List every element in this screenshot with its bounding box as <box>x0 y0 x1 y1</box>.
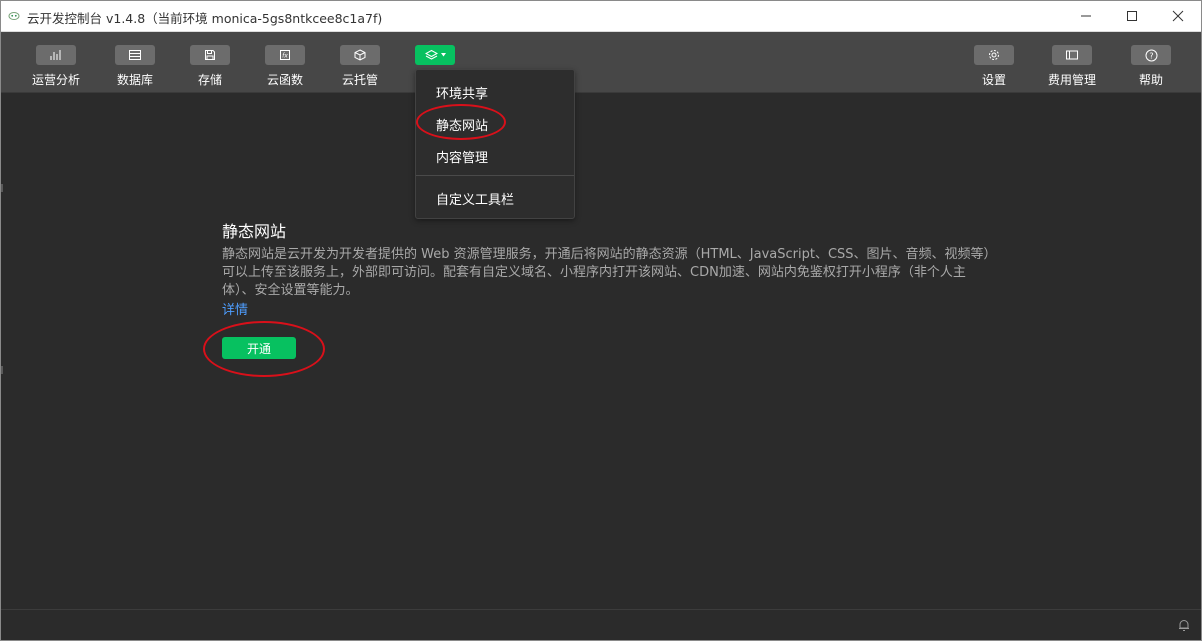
database-icon <box>129 50 141 60</box>
toolbar-item-cloud-hosting[interactable]: 云托管 <box>320 32 400 92</box>
more-tools-dropdown: 环境共享 静态网站 内容管理 自定义工具栏 <box>415 69 575 219</box>
save-icon <box>205 50 215 60</box>
maximize-button[interactable] <box>1109 1 1155 31</box>
window-title: 云开发控制台 v1.4.8（当前环境 monica-5gs8ntkcee8c1a… <box>27 11 383 26</box>
minimize-button[interactable] <box>1063 1 1109 31</box>
toolbar-icon-box: ? <box>1131 45 1171 65</box>
activate-button[interactable]: 开通 <box>222 337 296 359</box>
toolbar-label: 帮助 <box>1138 73 1163 87</box>
toolbar-icon-box: fx <box>265 45 305 65</box>
close-button[interactable] <box>1155 1 1201 31</box>
function-icon: fx <box>280 50 290 60</box>
toolbar-item-settings[interactable]: 设置 <box>954 32 1034 92</box>
menu-item-content-management[interactable]: 内容管理 <box>436 147 488 166</box>
toolbar-label: 数据库 <box>116 73 153 87</box>
left-edge-marker <box>1 184 3 192</box>
card-icon <box>1066 50 1078 60</box>
toolbar-label: 云函数 <box>266 73 303 87</box>
title-bar: 云开发控制台 v1.4.8（当前环境 monica-5gs8ntkcee8c1a… <box>1 1 1201 32</box>
gear-icon <box>989 50 999 60</box>
main-toolbar: 运营分析 数据库 存储 fx 云函数 云托管 设置 费用管理 ? 帮助 <box>1 32 1201 93</box>
toolbar-label: 云托管 <box>341 73 378 87</box>
toolbar-label: 运营分析 <box>31 73 80 87</box>
details-link[interactable]: 详情 <box>222 299 248 318</box>
minimize-icon <box>1081 15 1091 17</box>
left-edge-marker <box>1 366 3 374</box>
toolbar-icon-box <box>190 45 230 65</box>
toolbar-item-storage[interactable]: 存储 <box>170 32 250 92</box>
toolbar-label: 费用管理 <box>1047 73 1096 87</box>
help-icon: ? <box>1145 49 1157 61</box>
toolbar-icon-box <box>115 45 155 65</box>
toolbar-item-analytics[interactable]: 运营分析 <box>16 32 96 92</box>
layers-icon <box>424 49 438 60</box>
toolbar-icon-box <box>974 45 1014 65</box>
toolbar-label: 存储 <box>197 73 222 87</box>
app-window: 云开发控制台 v1.4.8（当前环境 monica-5gs8ntkcee8c1a… <box>0 0 1202 641</box>
caret-down-icon <box>440 53 446 57</box>
status-bar <box>1 609 1201 640</box>
menu-item-env-share[interactable]: 环境共享 <box>436 83 488 102</box>
toolbar-item-help[interactable]: ? 帮助 <box>1111 32 1191 92</box>
cube-icon <box>354 49 366 61</box>
menu-divider <box>416 175 574 176</box>
more-tools-button[interactable] <box>415 45 455 65</box>
toolbar-icon-box <box>340 45 380 65</box>
menu-item-static-site[interactable]: 静态网站 <box>436 115 488 134</box>
toolbar-item-billing[interactable]: 费用管理 <box>1032 32 1112 92</box>
toolbar-label: 设置 <box>981 73 1006 87</box>
svg-text:?: ? <box>1149 51 1153 60</box>
toolbar-item-database[interactable]: 数据库 <box>95 32 175 92</box>
toolbar-icon-box <box>36 45 76 65</box>
toolbar-item-cloud-functions[interactable]: fx 云函数 <box>245 32 325 92</box>
close-icon <box>1172 10 1184 22</box>
maximize-icon <box>1127 11 1137 21</box>
bar-chart-icon <box>50 50 61 60</box>
cloud-app-icon <box>8 12 20 20</box>
toolbar-icon-box <box>1052 45 1092 65</box>
page-title: 静态网站 <box>222 222 287 241</box>
menu-item-customize-toolbar[interactable]: 自定义工具栏 <box>436 189 514 208</box>
page-description: 静态网站是云开发为开发者提供的 Web 资源管理服务，开通后将网站的静态资源（H… <box>222 247 991 298</box>
svg-text:fx: fx <box>282 53 288 60</box>
bell-icon[interactable] <box>1177 618 1191 632</box>
